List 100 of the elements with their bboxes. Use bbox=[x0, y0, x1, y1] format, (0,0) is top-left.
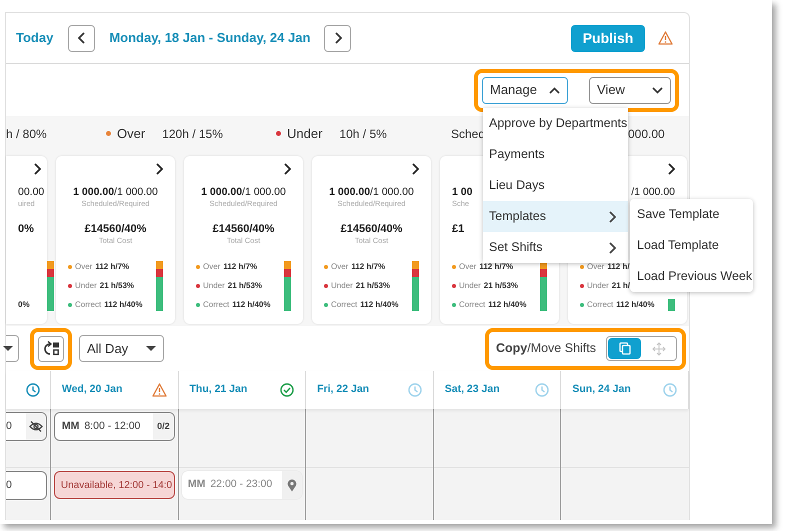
legend-label: Over bbox=[75, 260, 92, 272]
legend-label: Under bbox=[459, 280, 481, 292]
legend-label: Correct bbox=[203, 298, 230, 310]
legend-label: Under bbox=[331, 280, 353, 292]
legend-label: Correct bbox=[587, 298, 614, 310]
warning-icon bbox=[152, 383, 166, 397]
legend-value: 112 h/7% bbox=[223, 260, 258, 272]
view-dropdown[interactable]: View bbox=[589, 76, 671, 104]
move-arrows-icon bbox=[652, 342, 666, 356]
shift-card[interactable]: 0 bbox=[6, 412, 47, 441]
shift-time: 8:00 - 12:00 bbox=[84, 418, 140, 434]
caret-down-icon bbox=[3, 346, 13, 351]
menu-item[interactable]: Save Template bbox=[630, 199, 753, 230]
shift-time: 22:00 - 23:00 bbox=[210, 477, 272, 492]
total-cost: 0% bbox=[18, 223, 34, 235]
legend-value: 21 h/53% bbox=[356, 280, 390, 292]
legend-value: 0% bbox=[18, 298, 30, 310]
shift-time: 0 bbox=[6, 478, 12, 493]
unavailable-block: Unavailable, 12:00 - 14:0 bbox=[54, 471, 175, 499]
stacked-bar bbox=[412, 261, 419, 311]
copy-icon bbox=[618, 342, 630, 355]
chevron-down-icon bbox=[652, 86, 663, 94]
today-link[interactable]: Today bbox=[16, 28, 54, 48]
total-cost: £14560/40% bbox=[340, 223, 402, 235]
summary-value: h / 80% bbox=[6, 126, 47, 142]
day-label[interactable]: Wed, 20 Jan bbox=[62, 382, 122, 398]
manage-dropdown[interactable]: Manage bbox=[482, 76, 568, 104]
legend-value: 21 h/53% bbox=[228, 280, 262, 292]
legend-label: Correct bbox=[459, 298, 486, 310]
clock-icon bbox=[408, 383, 422, 397]
caret-down-icon bbox=[146, 346, 156, 351]
summary-label: Under bbox=[287, 124, 322, 143]
refresh-layout-icon bbox=[42, 341, 60, 356]
legend-label: Under bbox=[203, 280, 225, 292]
chevron-left-icon bbox=[78, 32, 86, 44]
legend-label: Over bbox=[587, 260, 604, 272]
legend-label: Over bbox=[459, 260, 476, 272]
dropdown[interactable] bbox=[6, 335, 19, 362]
shift-card[interactable]: MM 8:00 - 12:00 0/2 bbox=[54, 412, 175, 441]
shift-initials: MM bbox=[188, 477, 206, 492]
scheduled-amount: 1 000.00/1 000.00 bbox=[73, 186, 158, 198]
legend-value: 112 h/40% bbox=[360, 298, 398, 310]
total-cost: £14560/40% bbox=[84, 223, 146, 235]
legend-label: Over bbox=[203, 260, 220, 272]
legend-value: 21 h/53% bbox=[484, 280, 518, 292]
period-dropdown[interactable]: All Day bbox=[79, 335, 164, 362]
stacked-bar bbox=[156, 261, 163, 311]
chevron-up-icon bbox=[549, 86, 560, 94]
layout-button[interactable] bbox=[38, 336, 64, 362]
legend-label: Over bbox=[331, 260, 348, 272]
copy-mode-button[interactable] bbox=[608, 338, 641, 359]
legend-label: Under bbox=[75, 280, 97, 292]
shift-time: 0 bbox=[6, 418, 12, 434]
legend-label: Correct bbox=[331, 298, 358, 310]
legend-value: 21 h/53% bbox=[100, 280, 134, 292]
warning-icon bbox=[658, 31, 673, 45]
legend-value: 112 h/40% bbox=[232, 298, 270, 310]
date-range: Monday, 18 Jan - Sunday, 24 Jan bbox=[109, 29, 310, 48]
total-cost: £14560/40% bbox=[212, 223, 274, 235]
shift-card[interactable]: MM 22:00 - 23:00 bbox=[182, 471, 302, 499]
day-label[interactable]: Sat, 23 Jan bbox=[444, 382, 500, 398]
legend-value: 112 h/40% bbox=[488, 298, 526, 310]
stacked-bar bbox=[668, 299, 675, 311]
shift-card[interactable]: 0 bbox=[6, 471, 47, 500]
menu-item[interactable]: Approve by Departments bbox=[483, 108, 628, 139]
check-circle-icon bbox=[280, 383, 294, 397]
day-label[interactable]: Sun, 24 Jan bbox=[572, 382, 631, 398]
menu-item[interactable]: Load Template bbox=[630, 230, 753, 261]
day-label[interactable]: Thu, 21 Jan bbox=[190, 382, 248, 398]
scheduled-amount: 1 00 bbox=[452, 186, 472, 198]
legend-value: 112 h/ bbox=[607, 260, 630, 272]
menu-item[interactable]: Load Previous Week bbox=[630, 261, 753, 292]
legend-value: 112 h/7% bbox=[479, 260, 514, 272]
copy-move-label: Copy/Move Shifts bbox=[496, 340, 596, 358]
scheduled-amount: 1 000.00/1 000.00 bbox=[201, 186, 286, 198]
summary-label: Over bbox=[117, 124, 146, 143]
stacked-bar bbox=[540, 261, 547, 311]
clock-icon bbox=[26, 383, 40, 397]
menu-item[interactable]: Lieu Days bbox=[483, 170, 628, 201]
summary-value: 120h / 15% bbox=[162, 126, 223, 142]
menu-item[interactable]: Payments bbox=[483, 139, 628, 170]
scheduled-amount: /1 000.00 bbox=[631, 186, 675, 198]
legend-value: 112 h/7% bbox=[95, 260, 130, 272]
clock-icon bbox=[663, 383, 677, 397]
clock-icon bbox=[535, 383, 550, 397]
legend-label: Under bbox=[587, 280, 609, 292]
legend-value: 112 h/7% bbox=[351, 260, 386, 272]
menu-item[interactable]: Templates bbox=[483, 201, 628, 232]
menu-item[interactable]: Set Shifts bbox=[483, 232, 628, 263]
legend-value: 112 h/40% bbox=[104, 298, 142, 310]
legend-value: 112 h/40% bbox=[616, 298, 654, 310]
summary-value: 10h / 5% bbox=[339, 126, 387, 142]
shift-initials: MM bbox=[62, 418, 80, 434]
day-label[interactable]: Fri, 22 Jan bbox=[317, 382, 370, 398]
scheduled-amount: 00.00 bbox=[18, 186, 44, 198]
chevron-right-icon bbox=[334, 32, 342, 44]
previous-week-button[interactable] bbox=[68, 24, 96, 52]
next-week-button[interactable] bbox=[324, 24, 352, 52]
summary-value: 000.00 bbox=[628, 126, 666, 142]
shift-count: 0/2 bbox=[157, 420, 170, 433]
